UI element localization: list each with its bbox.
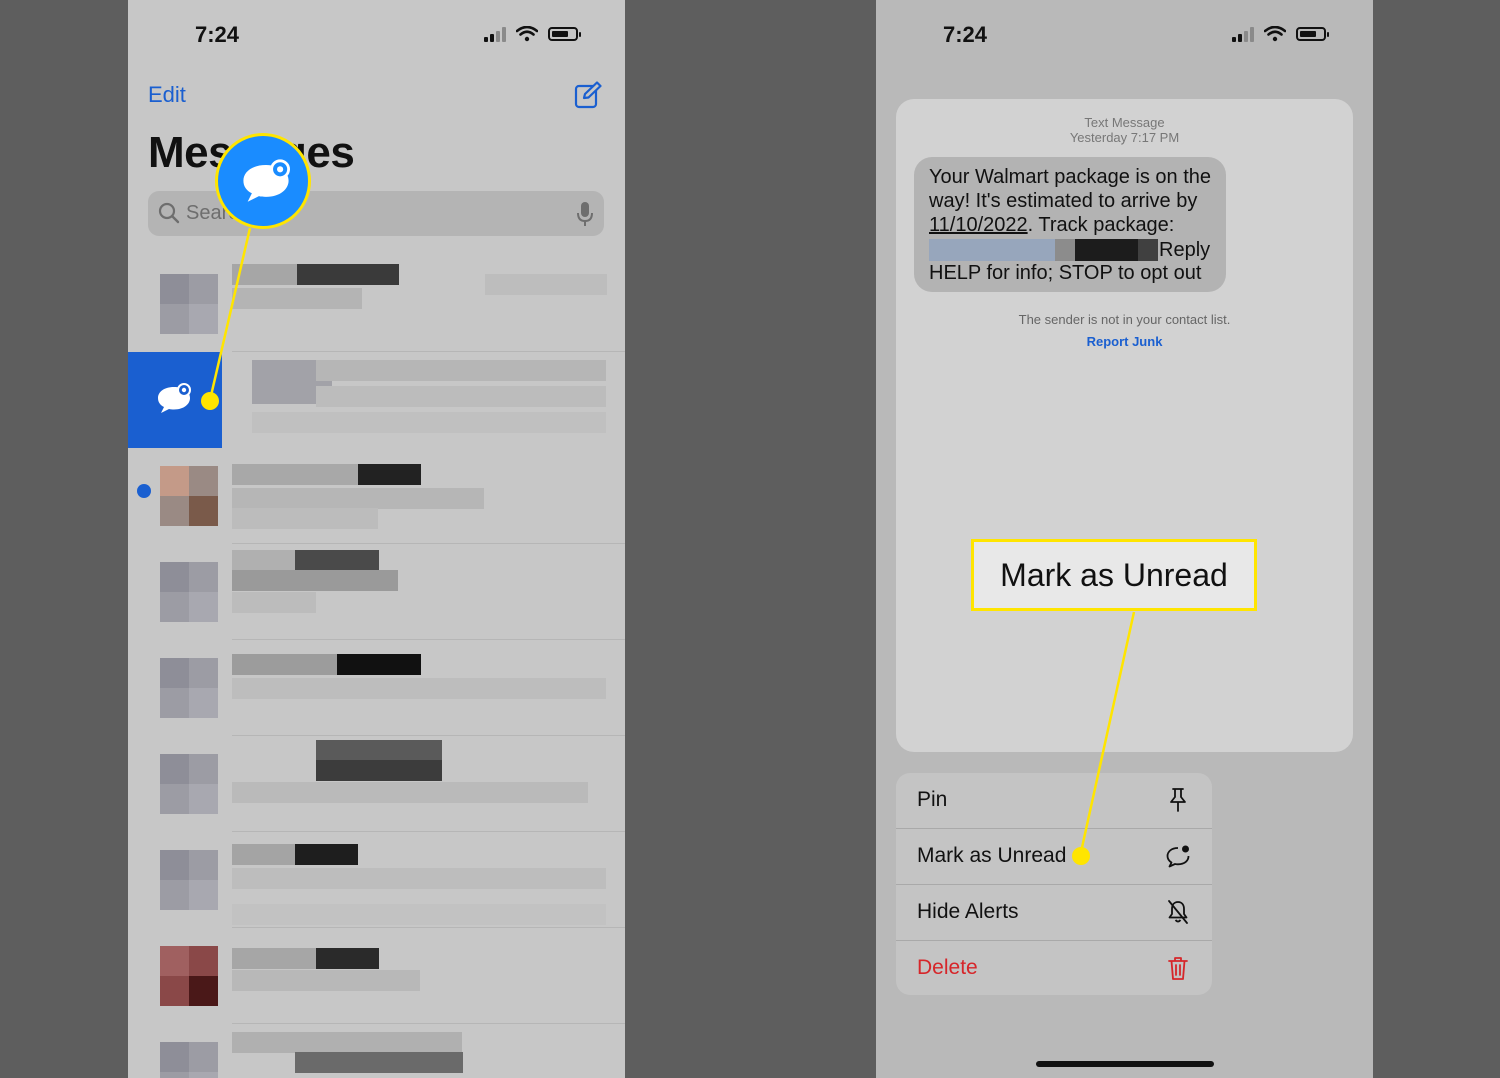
- callout-dot: [201, 392, 219, 410]
- unread-chat-bubble-icon: [243, 159, 290, 202]
- mark-as-unread-callout: Mark as Unread: [971, 539, 1257, 611]
- message-preview-screen: 7:24 Text Message Yesterday 7:17 PM Your…: [876, 0, 1373, 1078]
- callout-dot: [1072, 847, 1090, 865]
- unread-icon-callout: [215, 133, 311, 229]
- home-indicator: [1036, 1061, 1214, 1067]
- messages-list-screen: 7:24 Edit Messages Search: [128, 0, 625, 1078]
- callout-connector: [208, 227, 252, 401]
